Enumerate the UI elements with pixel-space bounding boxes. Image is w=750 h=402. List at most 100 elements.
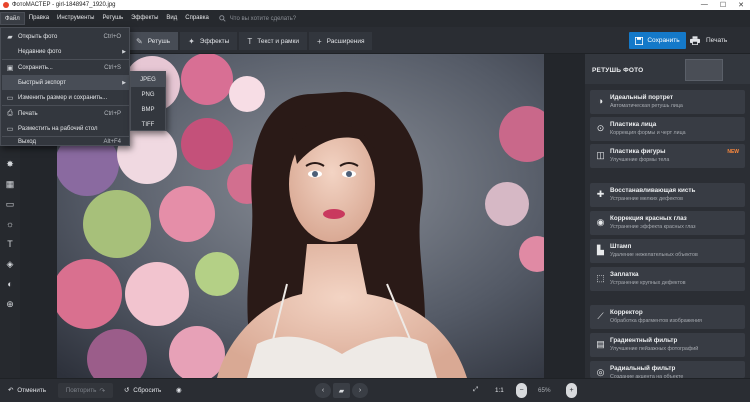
tab-extensions[interactable]: + Расширения: [309, 32, 373, 50]
zoom-1to1-button[interactable]: 1:1: [495, 383, 504, 397]
menu-edit[interactable]: Правка: [25, 12, 53, 25]
undo-button[interactable]: ↶ Отменить: [8, 383, 46, 397]
brush-small-icon: ⟋: [597, 311, 604, 321]
menu-item-label: Открыть фото: [18, 33, 58, 40]
tool-card-corrector[interactable]: ⟋ Корректор Обработка фрагментов изображ…: [590, 305, 745, 329]
tool-title: Пластика лица: [610, 121, 657, 128]
redo-label: Повторить: [65, 387, 97, 394]
tool-subtitle: Улучшение пейзажных фотографий: [610, 346, 699, 352]
tool-card-healing-brush[interactable]: ✚ Восстанавливающая кисть Устранение мел…: [590, 183, 745, 207]
menu-item-recent-photos[interactable]: Недавние фото ▶: [2, 44, 129, 59]
menu-item-exit[interactable]: Выход Alt+F4: [2, 137, 129, 146]
menu-item-label: Разместить на рабочий стол: [18, 125, 98, 132]
menu-item-resize-save[interactable]: ▭ Изменить размер и сохранить...: [2, 90, 129, 105]
prev-photo-button[interactable]: ‹: [315, 383, 331, 398]
close-window-button[interactable]: ✕: [738, 1, 744, 9]
radial-icon: ◎: [596, 367, 605, 377]
redo-button[interactable]: Повторить ↷: [58, 383, 113, 398]
tool-title: Градиентный фильтр: [610, 337, 678, 344]
tool-subtitle: Коррекция формы и черт лица: [610, 130, 686, 136]
floppy-disk-icon: ▣: [6, 64, 14, 72]
export-png[interactable]: PNG: [131, 87, 165, 102]
sharpen-tool-icon[interactable]: ◐: [0, 274, 20, 294]
fit-screen-icon: ⤢: [473, 386, 479, 393]
quick-export-submenu: JPEG PNG BMP TIFF: [130, 71, 166, 131]
menu-item-label: Печать: [18, 110, 38, 117]
text-icon: T: [247, 36, 253, 46]
shortcut-label: Alt+F4: [103, 138, 121, 145]
zoom-value: 65%: [538, 386, 551, 394]
fit-screen-button[interactable]: ⤢: [473, 383, 478, 397]
mode-tabs: ✎ Ретушь ✦ Эффекты T Текст и рамки + Рас…: [128, 32, 373, 50]
preview-eye-button[interactable]: ◉: [176, 383, 182, 397]
tool-subtitle: Автоматическая ретушь лица: [610, 103, 683, 109]
grid-tool-icon[interactable]: ▦: [0, 174, 20, 194]
reset-button[interactable]: ↺ Сбросить: [124, 383, 161, 397]
tool-title: Заплатка: [610, 271, 639, 278]
new-badge: NEW: [727, 149, 739, 155]
tool-card-body-plastic[interactable]: ◫ Пластика фигуры Улучшение формы тела N…: [590, 144, 745, 168]
zoom-in-button[interactable]: +: [566, 383, 577, 398]
menu-retouch[interactable]: Ретушь: [98, 12, 127, 25]
menu-item-set-desktop[interactable]: ▭ Разместить на рабочий стол: [2, 121, 129, 136]
frame-tool-icon[interactable]: ▭: [0, 194, 20, 214]
print-button[interactable]: Печать: [690, 32, 727, 49]
plus-icon: +: [317, 36, 322, 46]
globe-tool-icon[interactable]: ⊕: [0, 294, 20, 314]
maximize-button[interactable]: ☐: [720, 1, 726, 9]
menu-item-quick-export[interactable]: Быстрый экспорт ▶: [2, 75, 129, 90]
zoom-out-button[interactable]: −: [516, 383, 527, 398]
next-photo-button[interactable]: ›: [352, 383, 368, 398]
tool-title: Восстанавливающая кисть: [610, 187, 696, 194]
patch-icon: ⬚: [596, 273, 605, 283]
tool-card-red-eye[interactable]: ◉ Коррекция красных глаз Устранение эффе…: [590, 211, 745, 235]
tool-card-gradient-filter[interactable]: ▤ Градиентный фильтр Улучшение пейзажных…: [590, 333, 745, 357]
panel-title: РЕТУШЬ ФОТО: [592, 67, 644, 74]
menu-bar: Файл Правка Инструменты Ретушь Эффекты В…: [0, 10, 750, 27]
submenu-arrow-icon: ▶: [122, 79, 126, 86]
export-bmp[interactable]: BMP: [131, 102, 165, 117]
zoom-ratio-label: 1:1: [495, 386, 504, 394]
tab-retouch[interactable]: ✎ Ретушь: [128, 32, 179, 50]
menu-item-label: Недавние фото: [18, 48, 62, 55]
retouch-tool-icon[interactable]: ✸: [0, 154, 20, 174]
shortcut-label: Ctrl+S: [104, 64, 121, 71]
tool-card-ideal-portrait[interactable]: ◑ Идеальный портрет Автоматическая ретуш…: [590, 90, 745, 114]
menu-tools[interactable]: Инструменты: [53, 12, 98, 25]
printer-icon: [690, 36, 700, 45]
menu-item-label: Выход: [18, 138, 36, 145]
menu-effects[interactable]: Эффекты: [127, 12, 162, 25]
tool-card-radial-filter[interactable]: ◎ Радиальный фильтр Создание акцента на …: [590, 361, 745, 380]
menu-help[interactable]: Справка: [181, 12, 213, 25]
undo-icon: ↶: [8, 386, 14, 394]
tool-card-stamp[interactable]: ▙ Штамп Удаление нежелательных объектов: [590, 239, 745, 263]
open-folder-button[interactable]: ▰: [333, 383, 350, 398]
tab-text-frames[interactable]: T Текст и рамки: [239, 32, 307, 50]
fill-tool-icon[interactable]: ◈: [0, 254, 20, 274]
menu-item-label: Изменить размер и сохранить...: [18, 94, 108, 101]
right-panel: РЕТУШЬ ФОТО ◑ Идеальный портрет Автомати…: [585, 54, 750, 380]
tool-card-face-plastic[interactable]: ⊙ Пластика лица Коррекция формы и черт л…: [590, 117, 745, 141]
menu-file[interactable]: Файл: [0, 12, 25, 25]
shortcut-label: Ctrl+O: [103, 33, 121, 40]
undo-label: Отменить: [17, 386, 47, 394]
menu-item-print[interactable]: ⎙ Печать Ctrl+P: [2, 106, 129, 121]
minimize-button[interactable]: —: [701, 1, 708, 9]
command-search[interactable]: Что вы хотите сделать?: [219, 15, 296, 22]
tool-card-patch[interactable]: ⬚ Заплатка Устранение крупных дефектов: [590, 267, 745, 291]
menu-item-save[interactable]: ▣ Сохранить... Ctrl+S: [2, 60, 129, 75]
print-label: Печать: [706, 37, 728, 44]
light-tool-icon[interactable]: ☼: [0, 214, 20, 234]
folder-open-icon: ▰: [7, 33, 13, 41]
tab-effects[interactable]: ✦ Эффекты: [180, 32, 238, 50]
export-tiff[interactable]: TIFF: [131, 117, 165, 132]
menu-item-open-photo[interactable]: ▰ Открыть фото Ctrl+O: [2, 29, 129, 44]
tab-label: Текст и рамки: [257, 37, 299, 45]
export-jpeg[interactable]: JPEG: [131, 72, 165, 87]
text-tool-icon[interactable]: T: [0, 234, 20, 254]
tool-title: Пластика фигуры: [610, 148, 666, 155]
menu-view[interactable]: Вид: [162, 12, 181, 25]
save-button[interactable]: Сохранить: [629, 32, 686, 49]
menu-item-label: Сохранить...: [18, 64, 53, 71]
search-placeholder: Что вы хотите сделать?: [229, 15, 297, 22]
